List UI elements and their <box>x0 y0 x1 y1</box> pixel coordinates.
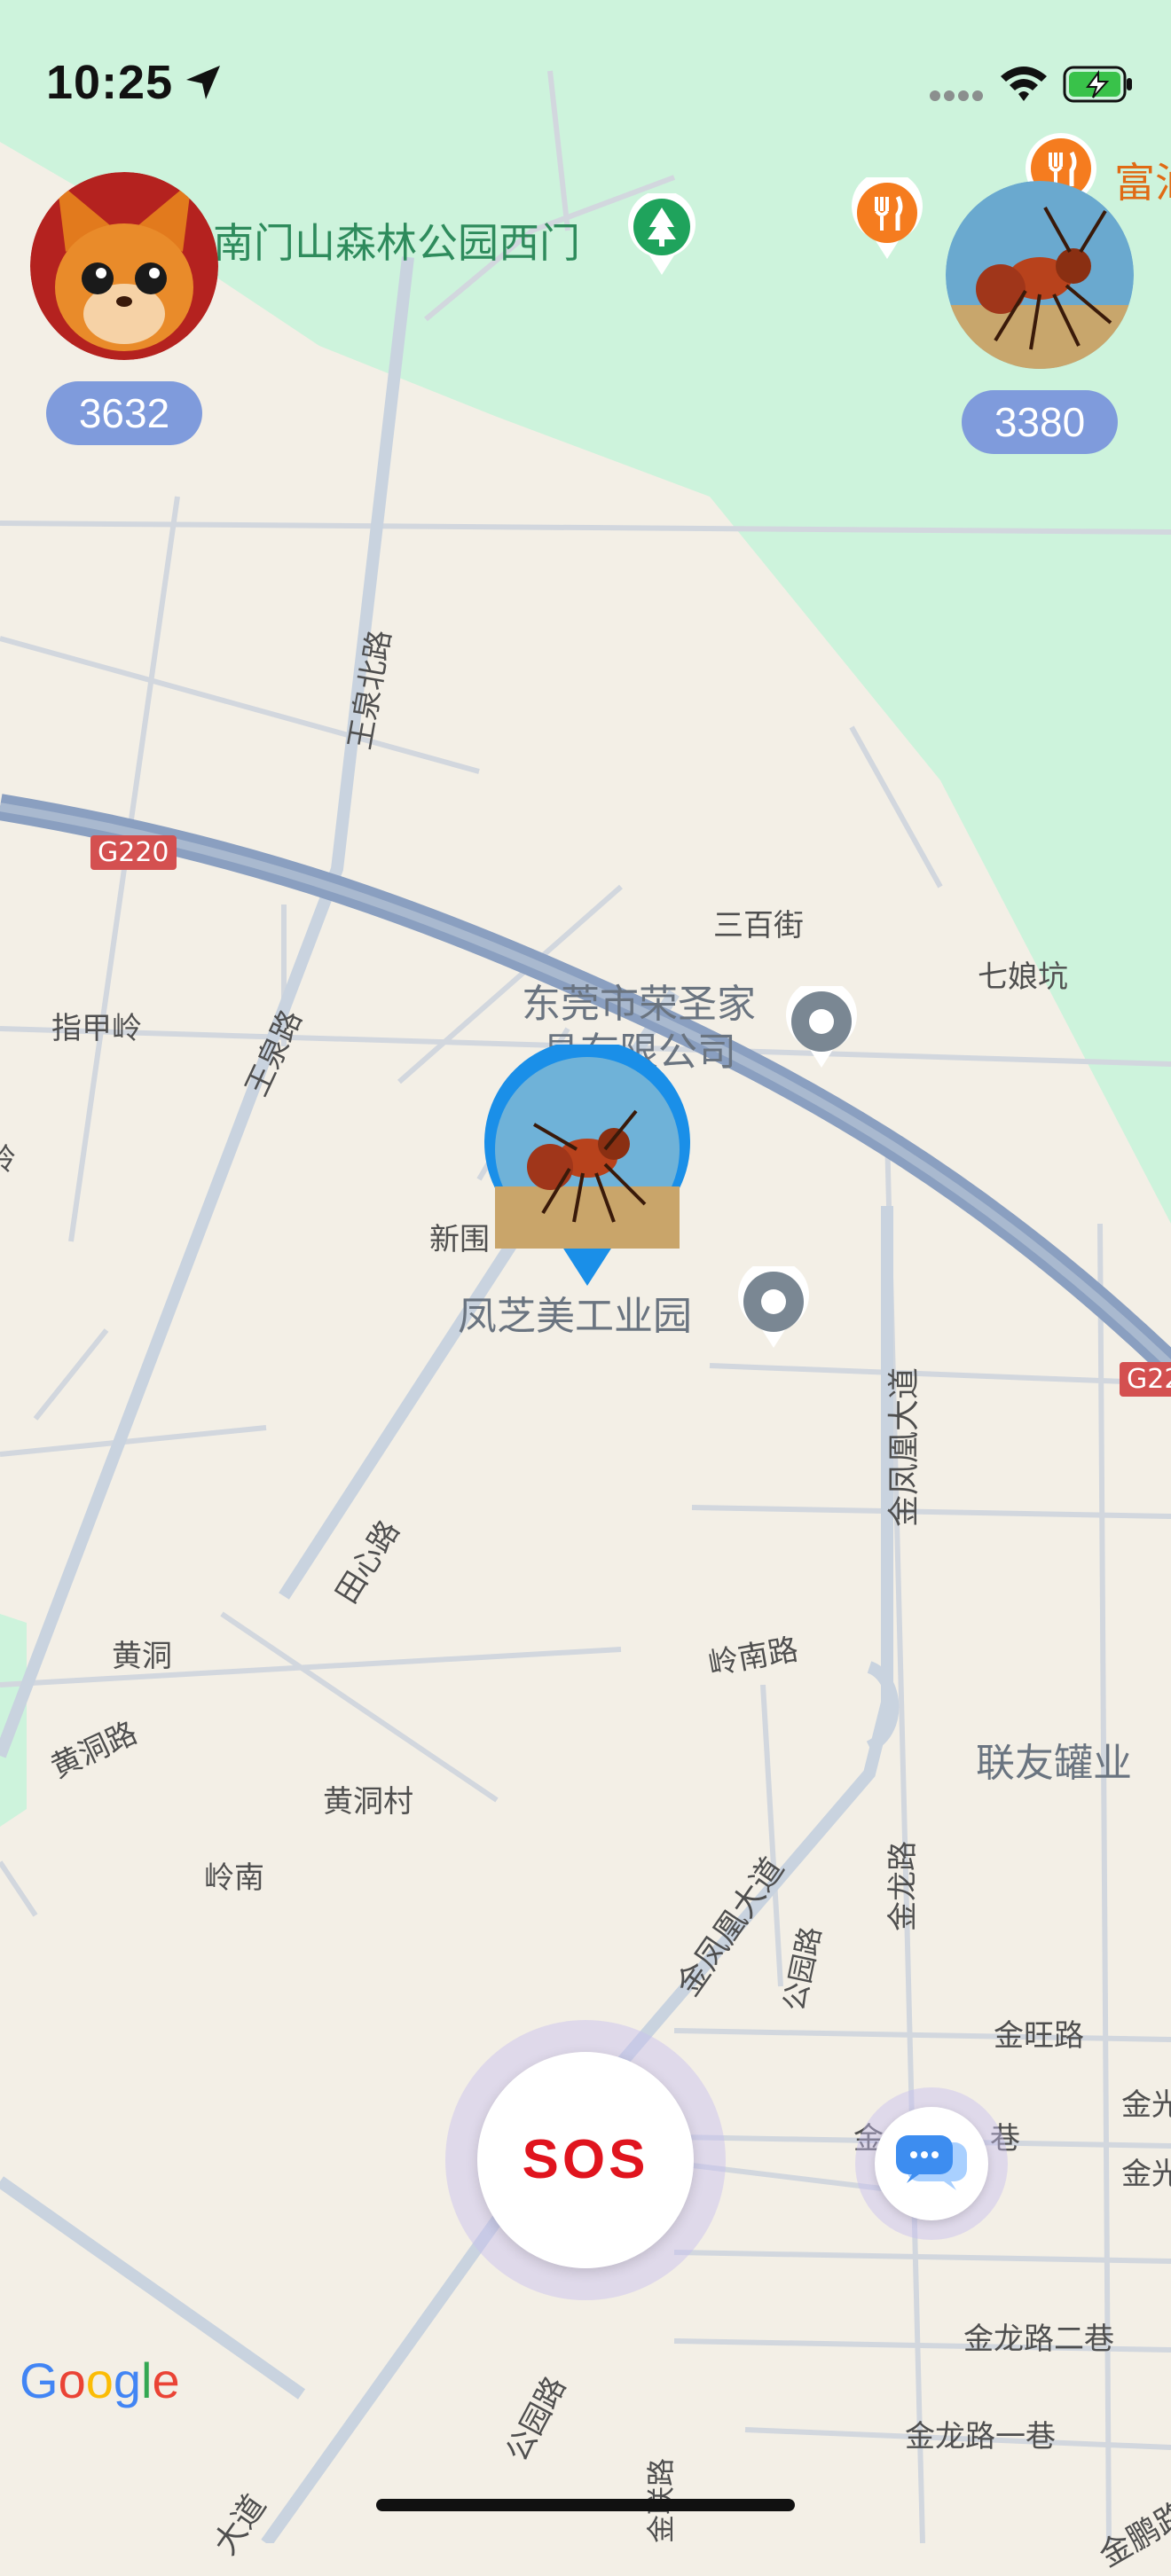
chat-button-halo[interactable] <box>855 2087 1008 2240</box>
place-label-huangdong: 黄洞 <box>112 1639 172 1674</box>
place-label-jin-right-1: 金光 <box>1121 2087 1171 2123</box>
google-letter: G <box>20 2353 59 2408</box>
road-label-jinlong-2: 金龙路二巷 <box>963 2322 1114 2357</box>
player-left-score: 3632 <box>46 381 202 445</box>
status-bar: 10:25 <box>0 0 1171 168</box>
home-indicator[interactable] <box>376 2499 795 2511</box>
google-letter: o <box>58 2353 86 2408</box>
park-pin-icon[interactable] <box>626 193 697 278</box>
player-right[interactable]: 3380 <box>946 181 1134 454</box>
wifi-icon <box>1001 67 1047 101</box>
place-label-huangdong-village: 黄洞村 <box>323 1784 413 1820</box>
player-left[interactable]: 3632 <box>30 172 218 445</box>
chat-bubbles-icon <box>896 2135 967 2190</box>
road-label-jinlong: 金龙路 <box>885 1841 921 1931</box>
place-label-lingnan: 岭南 <box>204 1860 264 1896</box>
google-letter: l <box>141 2353 153 2408</box>
sos-button-halo[interactable]: SOS <box>445 2020 726 2300</box>
company-pin-icon[interactable] <box>784 986 859 1071</box>
signal-icon <box>930 90 983 101</box>
sos-button[interactable]: SOS <box>477 2052 694 2268</box>
fox-avatar[interactable] <box>30 172 218 360</box>
place-label-jin-right-2: 金光 <box>1121 2157 1171 2192</box>
place-label-qiniang: 七娘坑 <box>978 959 1068 995</box>
battery-charging-icon <box>1063 66 1132 103</box>
location-arrow-icon <box>186 66 220 99</box>
place-label-industrial-park[interactable]: 凤芝美工业园 <box>458 1284 692 1341</box>
restaurant-pin-icon[interactable] <box>850 177 924 262</box>
google-logo[interactable]: Google <box>20 2352 180 2409</box>
google-letter: e <box>152 2353 180 2408</box>
status-time: 10:25 <box>46 56 174 109</box>
road-label-jinwang: 金旺路 <box>994 2018 1084 2054</box>
chat-button[interactable] <box>875 2107 988 2220</box>
place-label-zhijia: 指甲岭 <box>51 1011 142 1046</box>
place-label-ling-edge: 岭 <box>0 1142 16 1178</box>
google-letter: g <box>113 2353 142 2408</box>
park-label[interactable]: 南门山森林公园西门 <box>213 211 580 270</box>
road-label-jinfenghuang: 金凤凰大道 <box>886 1366 923 1527</box>
google-letter: o <box>85 2353 114 2408</box>
road-label-jinlong-1: 金龙路一巷 <box>905 2419 1056 2455</box>
ant-avatar[interactable] <box>946 181 1134 369</box>
place-label-lianyou[interactable]: 联友罐业 <box>976 1731 1132 1788</box>
highway-shield: G220 <box>90 835 177 870</box>
player-right-score: 3380 <box>962 390 1118 454</box>
user-location-marker[interactable] <box>481 1045 694 1291</box>
place-label-sanbai: 三百街 <box>713 908 804 943</box>
highway-shield-right: G22 <box>1120 1362 1171 1397</box>
industrial-park-pin-icon[interactable] <box>736 1266 811 1351</box>
google-logo-text: Google <box>20 2353 180 2408</box>
